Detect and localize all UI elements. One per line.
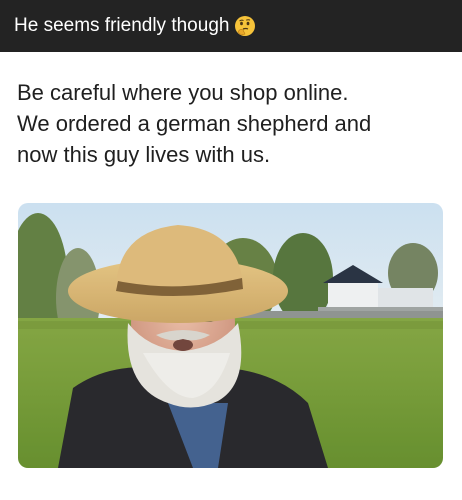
caption-text: He seems friendly though <box>14 15 230 36</box>
meme-post: He seems friendly though Be careful wher… <box>0 0 462 500</box>
post-line: Be careful where you shop online. <box>17 80 349 105</box>
caption-bar: He seems friendly though <box>0 0 462 52</box>
thinking-face-icon <box>234 15 256 37</box>
photo-of-man-in-straw-hat <box>18 203 443 468</box>
post-line: now this guy lives with us. <box>17 142 271 167</box>
post-text: Be careful where you shop online. We ord… <box>17 77 449 170</box>
post-line: We ordered a german shepherd and <box>17 111 372 136</box>
